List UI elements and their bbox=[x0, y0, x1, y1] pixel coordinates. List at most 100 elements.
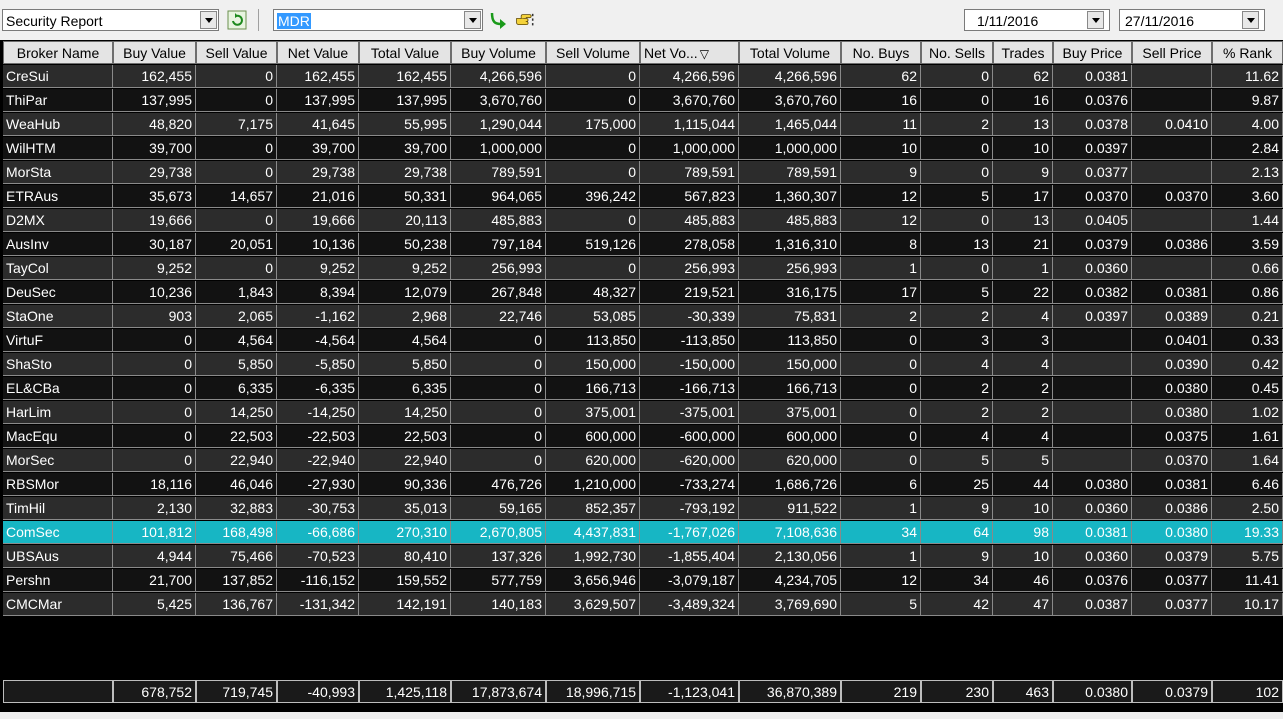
total-volume-cell: 3,769,690 bbox=[739, 593, 841, 616]
table-row[interactable]: AusInv 30,187 20,051 10,136 50,238 797,184 519… bbox=[0, 233, 1283, 257]
table-row[interactable]: CMCMar 5,425 136,767 -131,342 142,191 140,183… bbox=[0, 593, 1283, 617]
sell-volume-cell: 0 bbox=[546, 209, 640, 232]
chevron-down-icon[interactable] bbox=[1242, 11, 1259, 29]
pct-rank-cell: 1.61 bbox=[1212, 425, 1283, 448]
total-value-cell: 50,238 bbox=[359, 233, 451, 256]
table-row[interactable]: WeaHub 48,820 7,175 41,645 55,995 1,290,044 17… bbox=[0, 113, 1283, 137]
totals-row[interactable]: 678,752 719,745 -40,993 1,425,118 17,873,674… bbox=[0, 680, 1283, 704]
buy-volume-cell: 3,670,760 bbox=[451, 89, 546, 112]
table-row[interactable]: ETRAus 35,673 14,657 21,016 50,331 964,065 396… bbox=[0, 185, 1283, 209]
table-row[interactable]: UBSAus 4,944 75,466 -70,523 80,410 137,326 1,9… bbox=[0, 545, 1283, 569]
total-volume-cell: 600,000 bbox=[739, 425, 841, 448]
column-header-broker-name[interactable]: Broker Name bbox=[3, 41, 113, 64]
buy-price-cell: 0.0376 bbox=[1053, 89, 1132, 112]
chevron-down-icon[interactable] bbox=[200, 11, 217, 29]
buy-volume-cell: 0 bbox=[451, 353, 546, 376]
buy-value-cell: 9,252 bbox=[113, 257, 196, 280]
buy-volume-cell: 577,759 bbox=[451, 569, 546, 592]
go-arrow-icon[interactable] bbox=[488, 10, 508, 30]
column-header-sell-volume[interactable]: Sell Volume bbox=[546, 41, 640, 64]
table-row[interactable]: D2MX 19,666 0 19,666 20,113 485,883 0 485,883 48… bbox=[0, 209, 1283, 233]
table-row[interactable]: ShaSto 0 5,850 -5,850 5,850 0 150,000 -150,000 1… bbox=[0, 353, 1283, 377]
security-code-select[interactable]: MDR bbox=[273, 9, 483, 31]
table-row[interactable]: StaOne 903 2,065 -1,162 2,968 22,746 53,085 -30… bbox=[0, 305, 1283, 329]
column-header-trades[interactable]: Trades bbox=[993, 41, 1053, 64]
no-sells-cell: 2 bbox=[921, 113, 993, 136]
table-row[interactable]: CreSui 162,455 0 162,455 162,455 4,266,596 0 4,… bbox=[0, 65, 1283, 89]
table-row[interactable]: TayCol 9,252 0 9,252 9,252 256,993 0 256,993 256… bbox=[0, 257, 1283, 281]
net-value-cell: -1,162 bbox=[277, 305, 359, 328]
table-row[interactable]: MacEqu 0 22,503 -22,503 22,503 0 600,000 -600,0… bbox=[0, 425, 1283, 449]
net-volume-cell: 219,521 bbox=[640, 281, 739, 304]
column-header-sell-price[interactable]: Sell Price bbox=[1132, 41, 1212, 64]
column-header-no-sells[interactable]: No. Sells bbox=[921, 41, 993, 64]
table-row[interactable]: DeuSec 10,236 1,843 8,394 12,079 267,848 48,32… bbox=[0, 281, 1283, 305]
date-from-picker[interactable]: 1/11/2016 bbox=[964, 9, 1110, 31]
buy-value-cell: 137,995 bbox=[113, 89, 196, 112]
buy-value-cell: 5,425 bbox=[113, 593, 196, 616]
table-row[interactable]: WilHTM 39,700 0 39,700 39,700 1,000,000 0 1,000… bbox=[0, 137, 1283, 161]
trades-cell: 9 bbox=[993, 161, 1053, 184]
buy-price-cell bbox=[1053, 401, 1132, 424]
broker-grid[interactable]: Broker Name Buy Value Sell Value Net Value T… bbox=[0, 40, 1283, 719]
column-header-no-buys[interactable]: No. Buys bbox=[841, 41, 921, 64]
total-trades-cell: 463 bbox=[993, 680, 1053, 703]
date-from-value: 1/11/2016 bbox=[977, 13, 1039, 29]
refresh-icon[interactable] bbox=[227, 10, 247, 30]
pct-rank-cell: 2.50 bbox=[1212, 497, 1283, 520]
column-header-total-volume[interactable]: Total Volume bbox=[739, 41, 841, 64]
table-row[interactable]: TimHil 2,130 32,883 -30,753 35,013 59,165 852,… bbox=[0, 497, 1283, 521]
no-sells-cell: 9 bbox=[921, 497, 993, 520]
column-header-row[interactable]: Broker Name Buy Value Sell Value Net Value T… bbox=[0, 41, 1283, 65]
table-row[interactable]: MorSec 0 22,940 -22,940 22,940 0 620,000 -620,0… bbox=[0, 449, 1283, 473]
trades-cell: 4 bbox=[993, 305, 1053, 328]
net-volume-cell: -600,000 bbox=[640, 425, 739, 448]
sell-value-cell: 46,046 bbox=[196, 473, 277, 496]
column-header-total-value[interactable]: Total Value bbox=[359, 41, 451, 64]
horizontal-scrollbar[interactable] bbox=[0, 712, 1283, 719]
total-volume-cell: 166,713 bbox=[739, 377, 841, 400]
sell-volume-cell: 150,000 bbox=[546, 353, 640, 376]
column-header-net-value[interactable]: Net Value bbox=[277, 41, 359, 64]
table-row[interactable]: MorSta 29,738 0 29,738 29,738 789,591 0 789,591… bbox=[0, 161, 1283, 185]
chevron-down-icon[interactable] bbox=[1087, 11, 1104, 29]
buy-value-cell: 903 bbox=[113, 305, 196, 328]
chevron-down-icon[interactable] bbox=[464, 11, 481, 29]
column-header-buy-value[interactable]: Buy Value bbox=[113, 41, 196, 64]
table-row[interactable]: ComSec 101,812 168,498 -66,686 270,310 2,670,… bbox=[0, 521, 1283, 545]
net-value-cell: 8,394 bbox=[277, 281, 359, 304]
column-header-pct-rank[interactable]: % Rank bbox=[1212, 41, 1283, 64]
table-row[interactable]: VirtuF 0 4,564 -4,564 4,564 0 113,850 -113,850 1… bbox=[0, 329, 1283, 353]
table-row[interactable]: Pershn 21,700 137,852 -116,152 159,552 577,75… bbox=[0, 569, 1283, 593]
trades-cell: 2 bbox=[993, 377, 1053, 400]
date-to-picker[interactable]: 27/11/2016 bbox=[1119, 9, 1265, 31]
buy-price-cell: 0.0397 bbox=[1053, 305, 1132, 328]
total-volume-cell: 375,001 bbox=[739, 401, 841, 424]
broker-name-cell: ETRAus bbox=[3, 185, 113, 208]
report-type-select[interactable]: Security Report bbox=[2, 9, 219, 31]
no-buys-cell: 0 bbox=[841, 425, 921, 448]
column-header-sell-value[interactable]: Sell Value bbox=[196, 41, 277, 64]
column-header-net-volume[interactable]: Net Vo... ▽ bbox=[640, 41, 739, 64]
table-row[interactable]: HarLim 0 14,250 -14,250 14,250 0 375,001 -375,0… bbox=[0, 401, 1283, 425]
net-value-cell: 162,455 bbox=[277, 65, 359, 88]
buy-value-cell: 0 bbox=[113, 353, 196, 376]
broker-name-cell: MorSta bbox=[3, 161, 113, 184]
table-row[interactable]: ThiPar 137,995 0 137,995 137,995 3,670,760 0 3,… bbox=[0, 89, 1283, 113]
buy-price-cell: 0.0376 bbox=[1053, 569, 1132, 592]
column-header-buy-volume[interactable]: Buy Volume bbox=[451, 41, 546, 64]
column-header-buy-price[interactable]: Buy Price bbox=[1053, 41, 1132, 64]
no-sells-cell: 5 bbox=[921, 185, 993, 208]
total-value-cell: 9,252 bbox=[359, 257, 451, 280]
table-row[interactable]: RBSMor 18,116 46,046 -27,930 90,336 476,726 1,… bbox=[0, 473, 1283, 497]
no-sells-cell: 0 bbox=[921, 65, 993, 88]
no-sells-cell: 5 bbox=[921, 281, 993, 304]
buy-price-cell: 0.0360 bbox=[1053, 497, 1132, 520]
pointing-hand-icon[interactable] bbox=[515, 10, 535, 30]
total-value-cell: 90,336 bbox=[359, 473, 451, 496]
total-volume-cell: 4,266,596 bbox=[739, 65, 841, 88]
broker-name-cell: MacEqu bbox=[3, 425, 113, 448]
table-row[interactable]: EL&CBa 0 6,335 -6,335 6,335 0 166,713 -166,713 1… bbox=[0, 377, 1283, 401]
net-volume-cell: -113,850 bbox=[640, 329, 739, 352]
sell-volume-cell: 53,085 bbox=[546, 305, 640, 328]
